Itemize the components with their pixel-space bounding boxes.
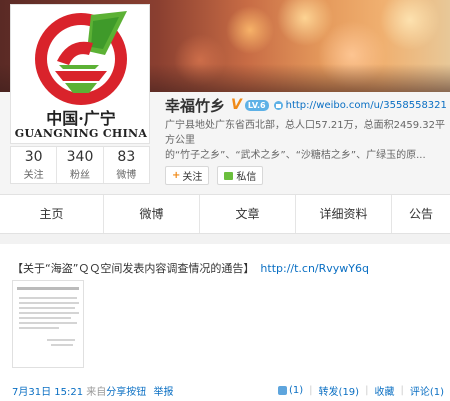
post-meta: 7月31日 15:21 来自分享按钮 举报: [12, 383, 173, 398]
thumbnail-text-line: [19, 317, 71, 319]
stat-count: 340: [66, 149, 94, 165]
bio-line: 广宁县地处广东省西北部，总人口57.21万，总面积2459.32平方公里: [165, 120, 445, 146]
verified-icon[interactable]: V: [231, 97, 242, 113]
message-button[interactable]: 私信: [217, 166, 264, 185]
thumbnail-text-line: [19, 322, 77, 324]
logo-chinese-text: 中国·广宁: [46, 109, 116, 128]
profile-stats: 30 关注 340 粉丝 83 微博: [10, 146, 150, 184]
thumbnail-text-line: [51, 344, 73, 346]
thumbnail-title-line: [17, 287, 79, 290]
like-icon[interactable]: [278, 386, 287, 395]
level-badge[interactable]: LV.6: [244, 99, 269, 111]
stat-following[interactable]: 30 关注: [11, 147, 58, 183]
follow-label: 关注: [182, 172, 203, 183]
section-divider: [0, 234, 450, 244]
stat-label: 粉丝: [69, 170, 90, 181]
like-count[interactable]: (1): [289, 385, 303, 396]
divider: |: [309, 385, 313, 396]
stat-count: 30: [24, 149, 43, 165]
divider: |: [365, 385, 369, 396]
bio-line: 的“竹子之乡”、“武术之乡”、“沙糖桔之乡”、广绿玉的原...: [165, 150, 426, 161]
thumbnail-text-line: [19, 302, 79, 304]
profile-header: 中国·广宁 GUANGNING CHINA 30 关注 340 粉丝 83 微博…: [0, 0, 450, 194]
post-actions: (1) | 转发(19) | 收藏 | 评论(1): [278, 383, 444, 398]
message-icon: [224, 171, 234, 180]
tab-details[interactable]: 详细资料: [296, 195, 392, 233]
tab-notice[interactable]: 公告: [392, 195, 450, 233]
guangning-logo-icon: [35, 11, 127, 105]
divider: |: [400, 385, 404, 396]
comment-button[interactable]: 评论(1): [410, 383, 444, 398]
post-source[interactable]: 分享按钮: [106, 387, 146, 398]
favorite-button[interactable]: 收藏: [374, 383, 394, 398]
thumbnail-text-line: [19, 297, 77, 299]
stat-posts[interactable]: 83 微博: [104, 147, 149, 183]
tab-home[interactable]: 主页: [0, 195, 104, 233]
stat-count: 83: [117, 149, 136, 165]
thumbnail-text-line: [47, 339, 75, 341]
message-label: 私信: [236, 172, 257, 183]
profile-tabs: 主页 微博 文章 详细资料 公告: [0, 194, 450, 234]
stat-label: 微博: [116, 170, 137, 181]
thumbnail-text-line: [19, 307, 75, 309]
avatar[interactable]: 中国·广宁 GUANGNING CHINA: [10, 4, 150, 144]
post-content: 【关于“海盗”ＱＱ空间发表内容调查情况的通告】 http://t.cn/RvywY…: [12, 260, 369, 276]
profile-actions: + 关注 私信: [165, 166, 271, 185]
post-time[interactable]: 7月31日 15:21: [12, 387, 83, 398]
stat-fans[interactable]: 340 粉丝: [57, 147, 104, 183]
profile-bio: 广宁县地处广东省西北部，总人口57.21万，总面积2459.32平方公里 的“竹…: [165, 118, 445, 163]
post-text: 【关于“海盗”ＱＱ空间发表内容调查情况的通告】: [12, 262, 255, 275]
tab-weibo[interactable]: 微博: [104, 195, 200, 233]
thumbnail-text-line: [19, 312, 79, 314]
logo-english-text: GUANGNING CHINA: [14, 127, 148, 140]
thumbnail-text-line: [19, 327, 59, 329]
plus-icon: +: [172, 170, 181, 181]
name-row: 幸福竹乡 V LV.6 http://weibo.com/u/355855832…: [165, 96, 447, 115]
tab-articles[interactable]: 文章: [200, 195, 296, 233]
report-link[interactable]: 举报: [153, 387, 173, 398]
follow-button[interactable]: + 关注: [165, 166, 210, 185]
stat-label: 关注: [23, 170, 44, 181]
repost-button[interactable]: 转发(19): [319, 383, 360, 398]
profile-url-link[interactable]: http://weibo.com/u/3558558321: [286, 100, 447, 111]
post-source-prefix: 来自: [86, 387, 107, 398]
post-image-thumbnail[interactable]: [12, 280, 84, 368]
profile-name: 幸福竹乡: [165, 96, 226, 115]
weibo-post: 【关于“海盗”ＱＱ空间发表内容调查情况的通告】 http://t.cn/RvywY…: [0, 244, 450, 401]
post-link[interactable]: http://t.cn/RvywY6q: [260, 262, 369, 275]
homepage-icon: [273, 100, 283, 110]
